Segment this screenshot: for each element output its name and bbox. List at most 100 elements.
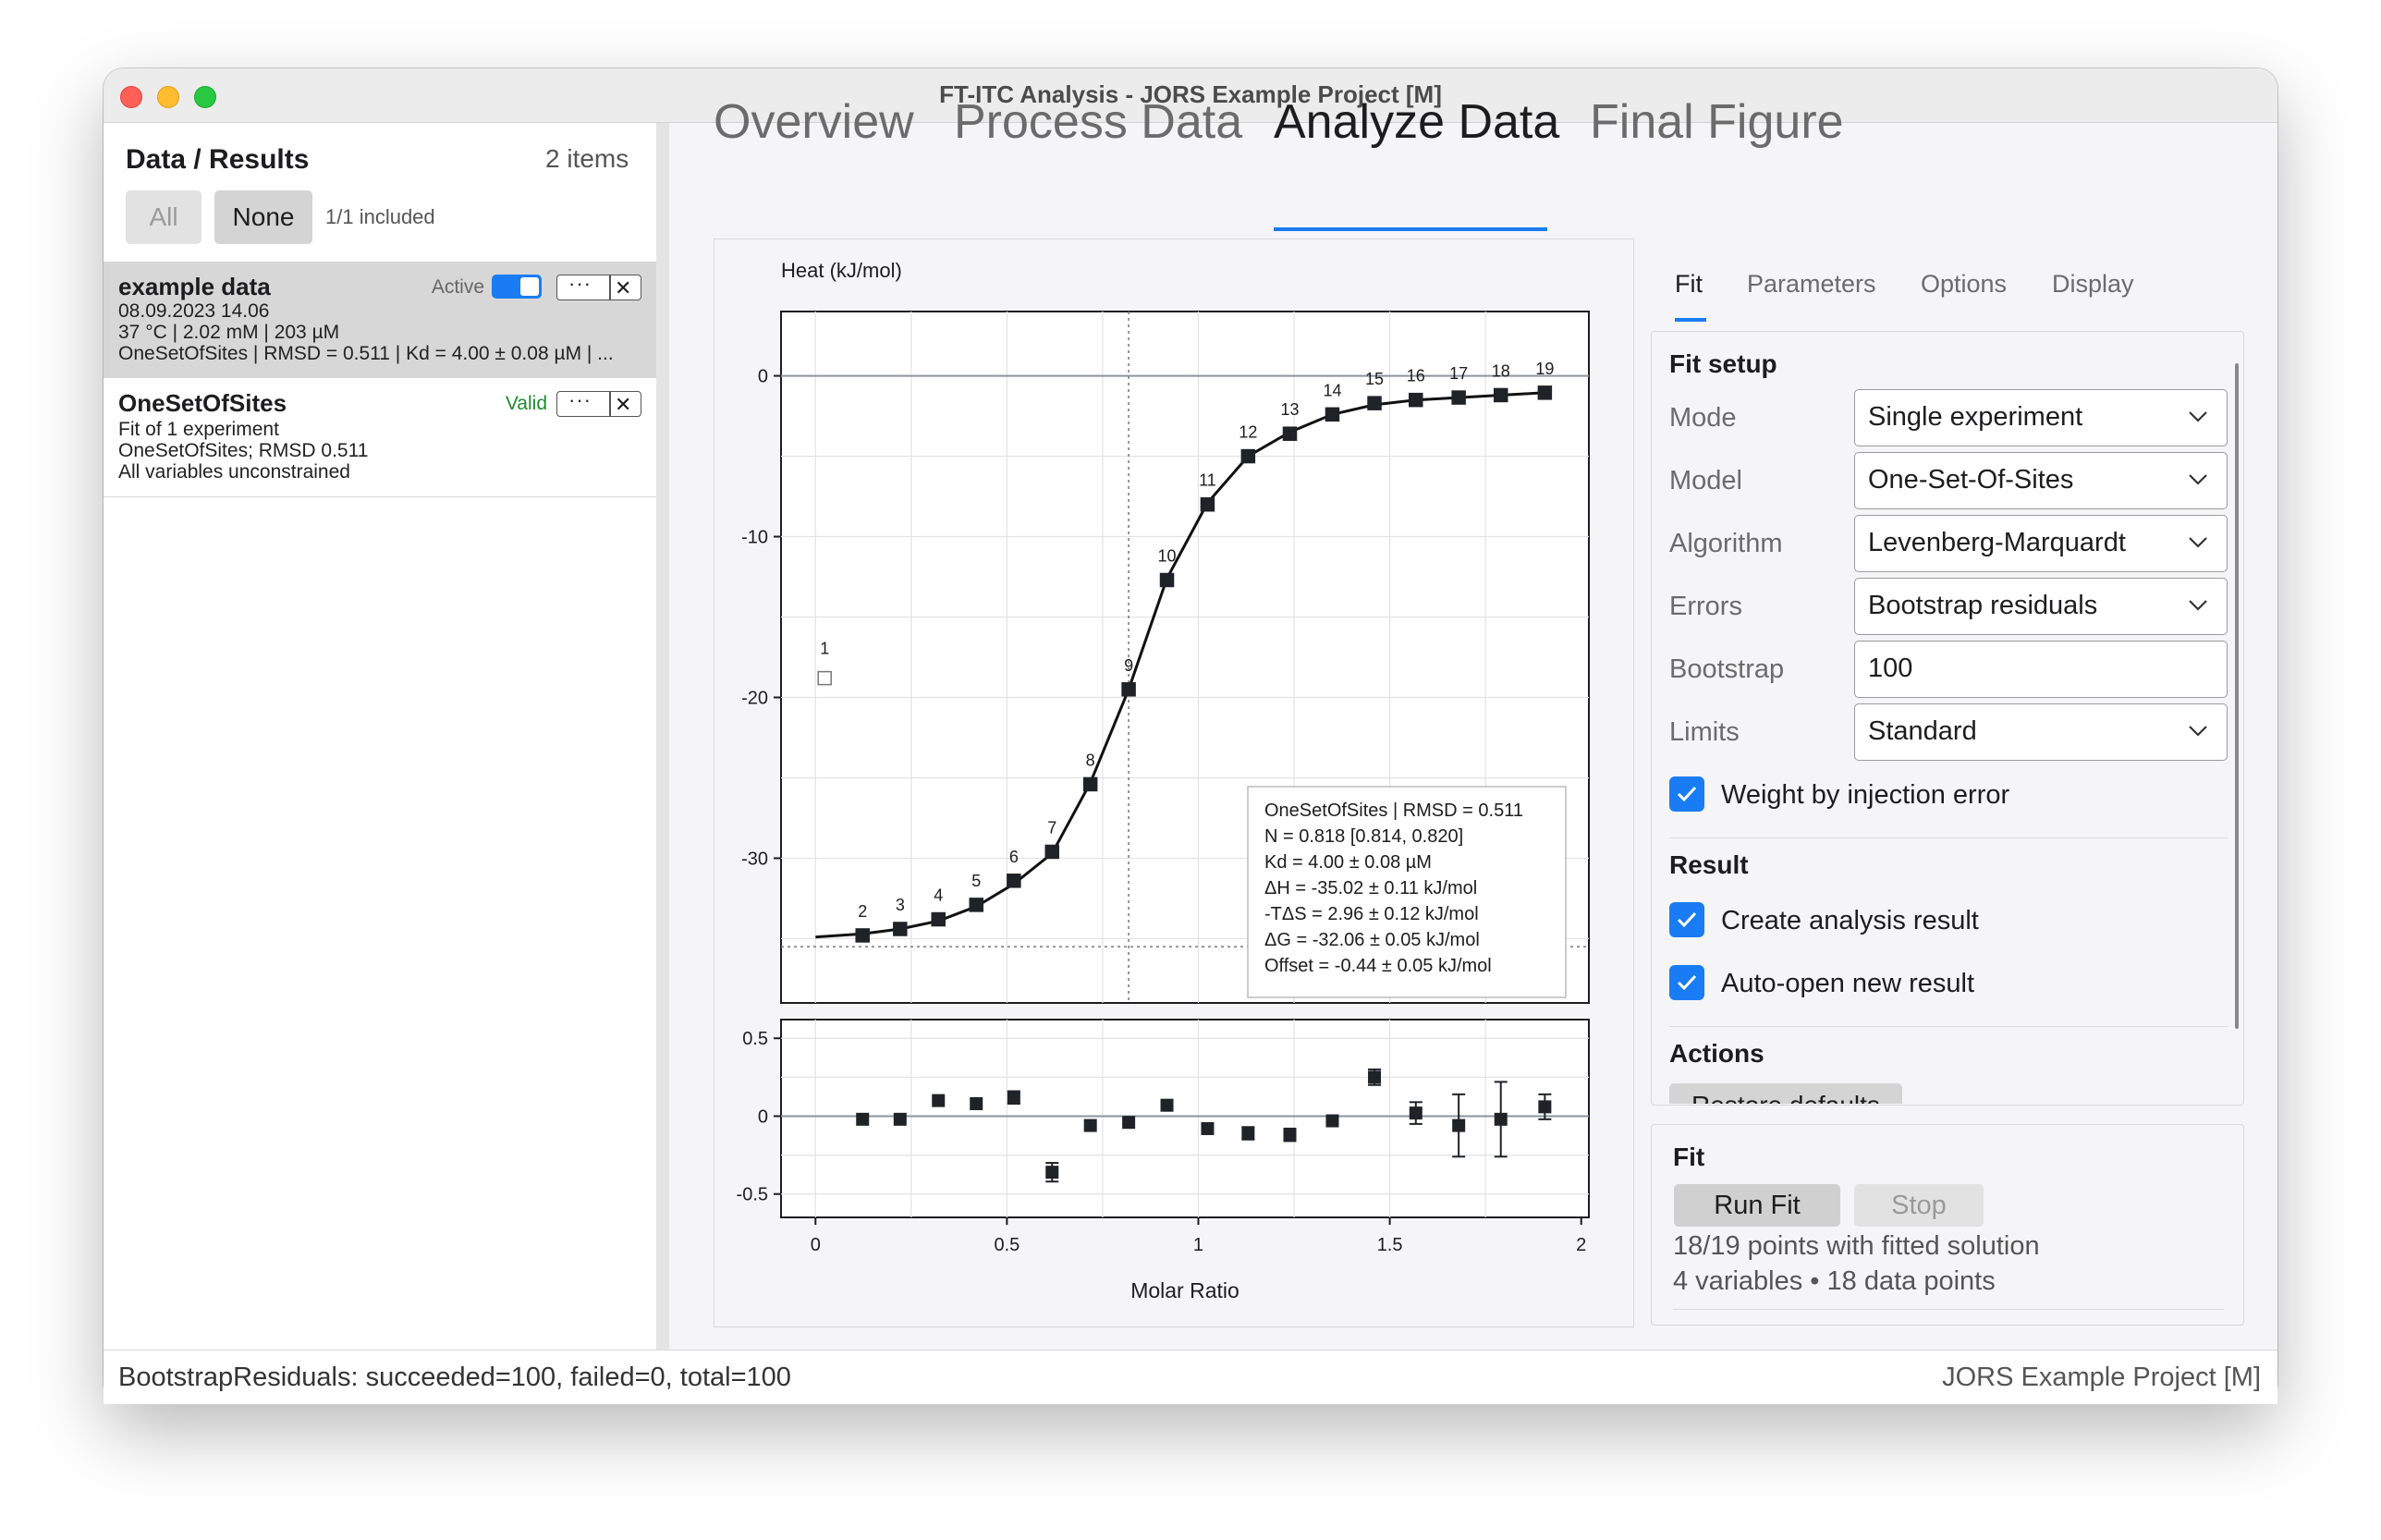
residual-point [1325, 1114, 1339, 1128]
injection-label: 3 [896, 896, 905, 914]
residual-point [893, 1112, 907, 1126]
create-result-checkbox[interactable] [1669, 902, 1704, 937]
injection-label: 1 [820, 640, 829, 658]
close-icon[interactable]: ✕ [615, 393, 631, 417]
active-tab-indicator [1274, 227, 1547, 231]
fit-result-line: OneSetOfSites | RMSD = 0.511 [1264, 801, 1523, 821]
tab-options[interactable]: Options [1921, 270, 2007, 299]
y-axis-label: Heat (kJ/mol) [781, 259, 902, 282]
item-actions: ··· ✕ [556, 272, 641, 300]
residual-point [1201, 1121, 1215, 1135]
data-point [1451, 390, 1466, 405]
tab-overview[interactable]: Overview [714, 94, 914, 150]
mode-label: Mode [1669, 403, 1737, 433]
auto-open-checkbox[interactable] [1669, 965, 1704, 1000]
data-point [1240, 448, 1256, 464]
restore-defaults-button[interactable]: Restore defaults [1669, 1083, 1902, 1104]
algorithm-select[interactable]: Levenberg-Marquardt [1854, 515, 2228, 572]
divider [609, 392, 611, 416]
injection-label: 12 [1239, 423, 1257, 442]
data-point [1082, 776, 1098, 792]
residual-point [1538, 1100, 1552, 1114]
injection-label: 18 [1492, 361, 1510, 380]
injection-label: 19 [1535, 360, 1554, 378]
stop-button[interactable]: Stop [1854, 1184, 1984, 1227]
itc-chart: 0-10-20-30Heat (kJ/mol)12 345678910111213… [737, 259, 1590, 1302]
scrollbar[interactable] [2235, 363, 2239, 1029]
select-all-button[interactable]: All [126, 190, 201, 244]
tab-final-figure[interactable]: Final Figure [1590, 94, 1844, 150]
tab-fit[interactable]: Fit [1675, 270, 1703, 299]
list-item-example-data[interactable]: example data Active ··· ✕ 08.09.2023 14.… [104, 262, 656, 378]
y-tick-label: -0.5 [737, 1185, 768, 1205]
item-detail-line: Fit of 1 experiment [118, 419, 279, 440]
residual-point [856, 1112, 870, 1126]
residual-point [1083, 1118, 1097, 1132]
residual-point [1409, 1106, 1422, 1120]
model-select[interactable]: One-Set-Of-Sites [1854, 452, 2228, 509]
chevron-down-icon [2189, 600, 2207, 611]
item-detail-line: OneSetOfSites; RMSD 0.511 [118, 440, 369, 461]
close-icon[interactable]: ✕ [615, 276, 631, 300]
result-title: Result [1669, 850, 1749, 879]
residual-point [1160, 1098, 1174, 1112]
y-tick-label: 0 [758, 1106, 768, 1127]
item-detail-line: 08.09.2023 14.06 [118, 300, 270, 322]
fit-result-line: N = 0.818 [0.814, 0.820] [1264, 826, 1463, 847]
data-point [1493, 387, 1508, 403]
injection-label: 13 [1280, 400, 1299, 419]
fit-summary-points: 18/19 points with fitted solution [1673, 1231, 2040, 1261]
right-tab-indicator [1675, 318, 1706, 322]
data-point [1007, 874, 1021, 888]
tab-analyze-data[interactable]: Analyze Data [1274, 94, 1559, 150]
residual-point [1494, 1112, 1508, 1126]
auto-open-label: Auto-open new result [1721, 969, 1975, 998]
more-icon[interactable]: ··· [568, 388, 592, 412]
more-icon[interactable]: ··· [568, 272, 592, 296]
select-value: Single experiment [1868, 402, 2083, 432]
divider [609, 275, 611, 299]
chevron-down-icon [2189, 537, 2207, 548]
errors-select[interactable]: Bootstrap residuals [1854, 578, 2228, 635]
limits-select[interactable]: Standard [1854, 703, 2228, 761]
data-point [1325, 407, 1340, 422]
data-point [1200, 496, 1215, 512]
data-point [1367, 396, 1382, 410]
bootstrap-label: Bootstrap [1669, 654, 1785, 684]
data-point [969, 898, 984, 912]
active-toggle[interactable] [492, 275, 542, 299]
bootstrap-input[interactable]: 100 [1854, 641, 2228, 698]
x-axis-label: Molar Ratio [1130, 1278, 1239, 1302]
run-fit-button[interactable]: Run Fit [1674, 1184, 1840, 1227]
data-point [1282, 426, 1298, 441]
select-none-button[interactable]: None [214, 190, 312, 244]
residual-point [1368, 1070, 1382, 1084]
y-tick-label: 0 [758, 367, 768, 387]
x-tick-label: 1 [1193, 1235, 1203, 1255]
data-point [817, 670, 832, 686]
tab-process-data[interactable]: Process Data [954, 94, 1242, 150]
chevron-down-icon [2189, 474, 2207, 485]
limits-label: Limits [1669, 717, 1740, 747]
list-item-onesetofsites[interactable]: OneSetOfSites Valid ··· ✕ Fit of 1 exper… [104, 378, 656, 497]
tab-display[interactable]: Display [2052, 270, 2134, 299]
data-point [855, 928, 870, 943]
weight-checkbox[interactable] [1669, 776, 1704, 812]
mode-select[interactable]: Single experiment [1854, 389, 2228, 446]
injection-label: 4 [934, 886, 943, 905]
data-point [1159, 572, 1175, 588]
project-name: JORS Example Project [M] [1942, 1363, 2261, 1392]
injection-label: 14 [1323, 381, 1341, 399]
data-point [931, 911, 946, 927]
residual-point [1122, 1116, 1136, 1130]
injection-label: 8 [1086, 751, 1095, 769]
status-message: BootstrapResiduals: succeeded=100, faile… [118, 1363, 791, 1392]
data-point [1044, 844, 1060, 860]
injection-label: 17 [1449, 364, 1468, 383]
fit-result-line: Kd = 4.00 ± 0.08 µM [1264, 852, 1432, 873]
x-tick-label: 0.5 [994, 1235, 1020, 1255]
chevron-down-icon [2189, 411, 2207, 422]
sidebar-item-count: 2 items [545, 144, 629, 173]
sidebar-title: Data / Results [126, 144, 310, 175]
tab-parameters[interactable]: Parameters [1747, 270, 1876, 299]
